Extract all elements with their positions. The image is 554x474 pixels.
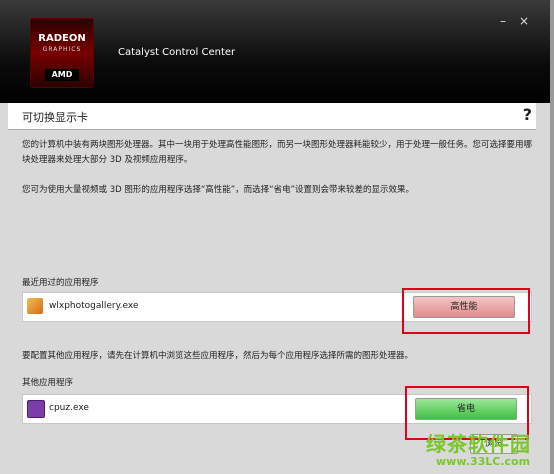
recent-app-name: wlxphotogallery.exe bbox=[49, 301, 139, 311]
page-title-bar: 可切换显示卡 ? bbox=[8, 103, 536, 130]
other-apps-label: 其他应用程序 bbox=[22, 378, 74, 388]
page-title: 可切换显示卡 bbox=[22, 111, 88, 124]
other-apps-instruction: 要配置其他应用程序，请先在计算机中浏览这些应用程序，然后为每个应用程序选择所需的… bbox=[22, 351, 414, 361]
highlight-box-performance bbox=[402, 288, 530, 334]
header: RADEON GRAPHICS AMD Catalyst Control Cen… bbox=[0, 0, 550, 103]
radeon-logo: RADEON GRAPHICS AMD bbox=[30, 18, 94, 88]
recent-apps-label: 最近用过的应用程序 bbox=[22, 278, 99, 288]
logo-brand: RADEON bbox=[38, 33, 86, 44]
cpuz-icon bbox=[27, 400, 45, 418]
app-title: Catalyst Control Center bbox=[118, 47, 236, 58]
photogallery-icon bbox=[27, 298, 43, 314]
minimize-button[interactable]: – bbox=[496, 14, 510, 28]
watermark-name: 绿茶软件园 bbox=[426, 432, 531, 456]
logo-maker: AMD bbox=[45, 69, 79, 81]
ccc-window: RADEON GRAPHICS AMD Catalyst Control Cen… bbox=[0, 0, 554, 474]
watermark-url: www.33LC.com bbox=[436, 455, 531, 468]
close-button[interactable]: × bbox=[517, 14, 531, 28]
description-2: 您可为使用大量视频或 3D 图形的应用程序选择“高性能”，而选择“省电”设置则会… bbox=[22, 185, 414, 195]
help-icon[interactable]: ? bbox=[523, 105, 532, 124]
watermark: 绿茶软件园 www.33LC.com bbox=[392, 428, 552, 472]
logo-sub: GRAPHICS bbox=[42, 46, 82, 53]
description-1: 您的计算机中装有两块图形处理器。其中一块用于处理高性能图形，而另一块图形处理器耗… bbox=[22, 140, 533, 165]
other-app-name: cpuz.exe bbox=[49, 403, 89, 413]
